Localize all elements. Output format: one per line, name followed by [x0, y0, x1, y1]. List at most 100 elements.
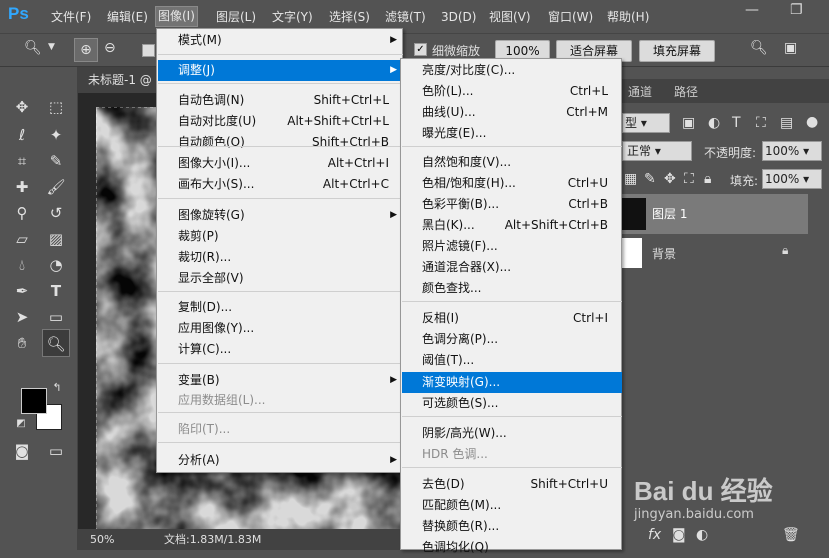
adjust-menu-item[interactable]: 阴影/高光(W)...: [402, 423, 622, 444]
crop-tool-icon[interactable]: ⌗: [10, 149, 34, 173]
smart-filter-icon[interactable]: ▤: [780, 115, 793, 131]
adjust-menu-item[interactable]: 反相(I) Ctrl+I: [402, 308, 622, 329]
zoom-tool-icon[interactable]: 🔍︎: [24, 40, 42, 56]
image-menu-item[interactable]: 应用图像(Y)...: [158, 318, 403, 339]
image-menu-item[interactable]: 自动色调(N) Shift+Ctrl+L: [158, 90, 403, 111]
default-colors-icon[interactable]: ◩: [14, 417, 28, 431]
foreground-color-swatch[interactable]: [21, 388, 47, 414]
image-menu-item[interactable]: 自动对比度(U) Alt+Shift+Ctrl+L: [158, 111, 403, 132]
tab-channels[interactable]: 通道: [628, 83, 652, 100]
rectangle-tool-icon[interactable]: ▭: [44, 305, 68, 329]
lock-artboard-icon[interactable]: ⛶: [684, 171, 694, 187]
menu-filter[interactable]: 滤镜(T): [383, 8, 428, 26]
blur-tool-icon[interactable]: 💧︎: [10, 253, 34, 277]
image-menu-item[interactable]: 画布大小(S)... Alt+Ctrl+C: [158, 174, 403, 195]
lock-position-icon[interactable]: ✥: [664, 171, 676, 187]
image-menu-item[interactable]: 图像大小(I)... Alt+Ctrl+I: [158, 153, 403, 174]
image-menu-item[interactable]: 复制(D)...: [158, 297, 403, 318]
adjust-menu-item[interactable]: 渐变映射(G)...: [402, 372, 622, 393]
adjust-menu-item[interactable]: 颜色查找...: [402, 278, 622, 299]
swap-colors-icon[interactable]: ↰: [50, 381, 64, 395]
image-menu-item[interactable]: 计算(C)...: [158, 339, 403, 360]
screen-mode-icon[interactable]: ▭: [44, 439, 68, 463]
image-menu-item[interactable]: 变量(B) ▶: [158, 370, 403, 391]
image-menu-item[interactable]: 裁切(R)...: [158, 247, 403, 268]
type-tool-icon[interactable]: T: [44, 279, 68, 303]
trash-icon[interactable]: 🗑︎: [782, 527, 800, 543]
menu-type[interactable]: 文字(Y): [270, 8, 315, 26]
clone-stamp-icon[interactable]: ⚲: [10, 201, 34, 225]
menu-3d[interactable]: 3D(D): [439, 8, 478, 26]
adjust-menu-item[interactable]: 匹配颜色(M)...: [402, 495, 622, 516]
image-menu-item[interactable]: 模式(M) ▶: [158, 30, 403, 51]
adjust-menu-item[interactable]: 色调分离(P)...: [402, 329, 622, 350]
fill-input[interactable]: 100% ▾: [762, 169, 822, 189]
tab-paths[interactable]: 路径: [674, 83, 698, 100]
adjust-menu-item[interactable]: 阈值(T)...: [402, 350, 622, 371]
filter-toggle-icon[interactable]: ●: [806, 114, 818, 130]
lock-all-icon[interactable]: 🔒︎: [704, 171, 711, 187]
menu-help[interactable]: 帮助(H): [605, 8, 651, 26]
layer-row-1[interactable]: 图层 1: [622, 194, 808, 234]
zoom-tool-active-icon[interactable]: 🔍︎: [42, 329, 70, 357]
image-menu-item[interactable]: 自动颜色(O) Shift+Ctrl+B: [158, 132, 403, 153]
dodge-tool-icon[interactable]: ◔: [44, 253, 68, 277]
new-adjustment-icon[interactable]: ◐: [696, 527, 708, 543]
history-brush-icon[interactable]: ↺: [44, 201, 68, 225]
type-filter-icon[interactable]: T: [732, 115, 741, 131]
image-menu-item[interactable]: 分析(A) ▶: [158, 450, 403, 471]
zoom-out-icon[interactable]: ⊖: [104, 40, 116, 56]
quick-mask-icon[interactable]: ◙: [10, 439, 34, 463]
adjust-menu-item[interactable]: 色阶(L)... Ctrl+L: [402, 81, 622, 102]
eyedropper-icon[interactable]: ✎: [44, 149, 68, 173]
add-mask-icon[interactable]: ◙: [672, 527, 686, 543]
workspace-icon[interactable]: ▣: [784, 40, 797, 56]
eraser-tool-icon[interactable]: ▱: [10, 227, 34, 251]
brush-tool-icon[interactable]: 🖌︎: [44, 175, 68, 199]
zoom-in-icon[interactable]: ⊕: [74, 38, 98, 62]
adjust-menu-item[interactable]: 黑白(K)... Alt+Shift+Ctrl+B: [402, 215, 622, 236]
image-menu-item[interactable]: 显示全部(V): [158, 268, 403, 289]
marquee-tool-icon[interactable]: ⬚: [44, 95, 68, 119]
adjust-menu-item[interactable]: 通道混合器(X)...: [402, 257, 622, 278]
move-tool-icon[interactable]: ✥: [10, 95, 34, 119]
shape-filter-icon[interactable]: ⛶: [756, 115, 766, 131]
menu-image[interactable]: 图像(I): [155, 6, 198, 27]
image-menu-item[interactable]: 调整(J) ▶: [158, 60, 403, 81]
adjust-menu-item[interactable]: 替换颜色(R)...: [402, 516, 622, 537]
search-icon[interactable]: 🔍︎: [750, 40, 768, 56]
menu-edit[interactable]: 编辑(E): [105, 8, 150, 26]
blend-mode-select[interactable]: 正常 ▾: [622, 141, 692, 161]
path-select-icon[interactable]: ➤: [10, 305, 34, 329]
opacity-input[interactable]: 100% ▾: [762, 141, 822, 161]
adjust-menu-item[interactable]: 自然饱和度(V)...: [402, 152, 622, 173]
document-tab[interactable]: 未标题-1 @: [78, 67, 168, 93]
adjust-menu-item[interactable]: 亮度/对比度(C)...: [402, 60, 622, 81]
fx-icon[interactable]: fx: [648, 527, 661, 543]
kind-filter-select[interactable]: 型 ▾: [622, 113, 670, 133]
adjust-menu-item[interactable]: 去色(D) Shift+Ctrl+U: [402, 474, 622, 495]
healing-brush-icon[interactable]: ✚: [10, 175, 34, 199]
layer-row-background[interactable]: 背景 🔒︎: [622, 235, 808, 271]
adjust-menu-item[interactable]: 色彩平衡(B)... Ctrl+B: [402, 194, 622, 215]
adjust-menu-item[interactable]: 曝光度(E)...: [402, 123, 622, 144]
pen-tool-icon[interactable]: ✒: [10, 279, 34, 303]
adjust-menu-item[interactable]: 曲线(U)... Ctrl+M: [402, 102, 622, 123]
menu-file[interactable]: 文件(F): [49, 8, 93, 26]
lock-pixels-icon[interactable]: ✎: [644, 171, 656, 187]
adjustment-filter-icon[interactable]: ◐: [708, 115, 720, 131]
image-menu-item[interactable]: 图像旋转(G) ▶: [158, 205, 403, 226]
minimize-icon[interactable]: —: [745, 2, 759, 18]
lock-transparency-icon[interactable]: ▦: [624, 171, 637, 187]
lasso-tool-icon[interactable]: ℓ: [10, 123, 34, 147]
menu-layer[interactable]: 图层(L): [214, 8, 258, 26]
chevron-down-icon[interactable]: ▼: [48, 42, 55, 52]
image-menu-item[interactable]: 裁剪(P): [158, 226, 403, 247]
gradient-tool-icon[interactable]: ▨: [44, 227, 68, 251]
resize-windows-checkbox[interactable]: [142, 44, 155, 57]
adjust-menu-item[interactable]: 色调均化(Q): [402, 537, 622, 558]
restore-icon[interactable]: ❐: [790, 2, 803, 18]
menu-window[interactable]: 窗口(W): [546, 8, 595, 26]
hand-tool-icon[interactable]: ✋︎: [10, 331, 34, 355]
menu-view[interactable]: 视图(V): [487, 8, 533, 26]
